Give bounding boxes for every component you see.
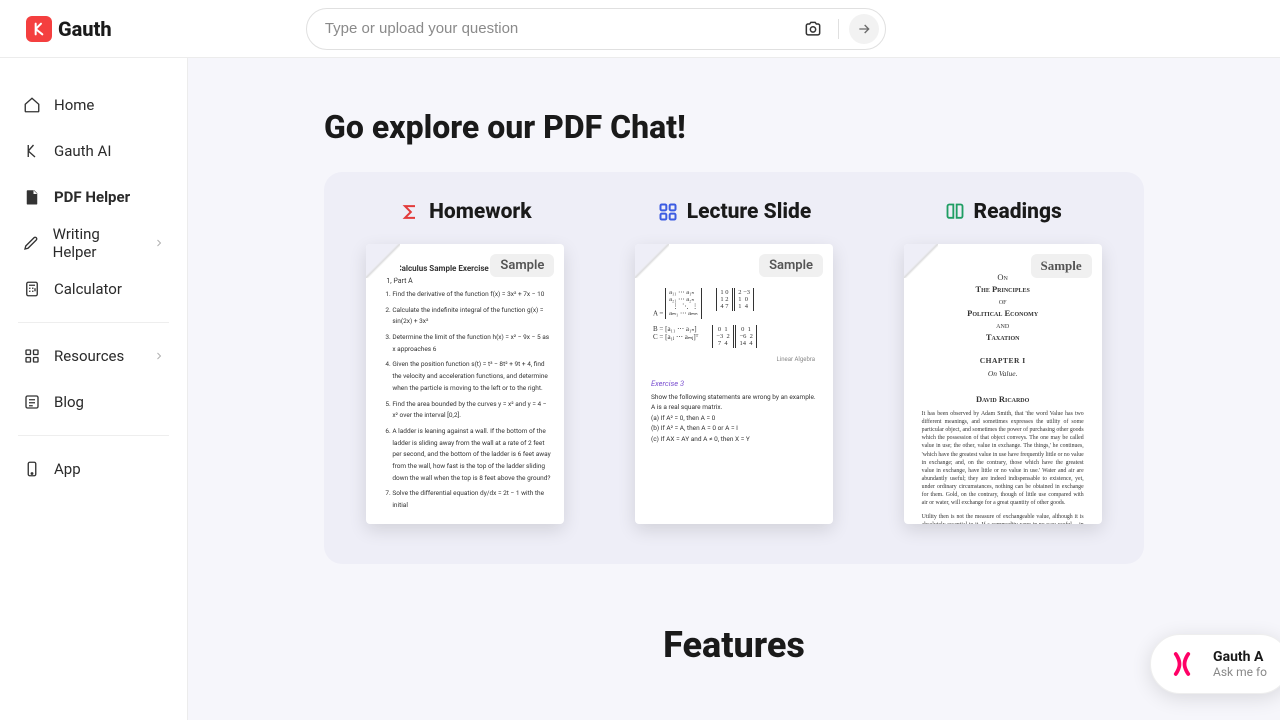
blog-icon [22, 392, 42, 412]
sidebar-item-pdf-helper[interactable]: PDF Helper [12, 174, 175, 220]
sample-badge: Sample [490, 254, 554, 277]
sidebar-label: Resources [54, 347, 124, 365]
camera-button[interactable] [798, 14, 828, 44]
sample-doc-homework[interactable]: Sample Calculus Sample Exercise 1, Part … [366, 244, 564, 524]
pen-icon [22, 233, 41, 253]
page-fold-icon [366, 244, 400, 278]
pdf-icon [22, 187, 42, 207]
sidebar-item-home[interactable]: Home [12, 82, 175, 128]
sidebar-separator [18, 322, 169, 323]
sidebar-label: Calculator [54, 280, 122, 298]
logo-mark-icon [26, 16, 52, 42]
brand-name: Gauth [58, 17, 112, 41]
chevron-right-icon [153, 350, 165, 362]
page-fold-icon [635, 244, 669, 278]
sidebar-label: App [54, 460, 81, 478]
card-title: Readings [944, 200, 1062, 224]
search-divider [838, 19, 839, 39]
card-title: Homework [399, 200, 532, 224]
sigma-icon [399, 201, 421, 223]
page-fold-icon [904, 244, 938, 278]
sidebar-item-calculator[interactable]: Calculator [12, 266, 175, 312]
sidebar-item-blog[interactable]: Blog [12, 379, 175, 425]
float-title: Gauth A [1213, 649, 1267, 665]
sample-doc-readings[interactable]: Sample On The Principles of Political Ec… [904, 244, 1102, 524]
doc-subtitle: 1, Part A [386, 277, 552, 285]
sidebar-label: Blog [54, 393, 84, 411]
sidebar-label: Writing Helper [53, 225, 141, 261]
top-header: Gauth [0, 0, 1280, 58]
sidebar-label: PDF Helper [54, 188, 130, 206]
assistant-avatar-icon [1163, 645, 1201, 683]
brand-logo[interactable]: Gauth [26, 16, 112, 42]
card-title: Lecture Slide [657, 200, 812, 224]
sample-doc-lecture[interactable]: Sample A = a₁₁ ⋯ a₁ₙa₂₁ ⋯ a₂ₙ ⋮ ⋱ ⋮aₘ₁ ⋯… [635, 244, 833, 524]
exercise-label: Exercise 3 [651, 379, 817, 388]
search-input[interactable] [325, 20, 788, 37]
grid-icon [22, 346, 42, 366]
assistant-float-button[interactable]: Gauth A Ask me fo [1150, 634, 1280, 694]
sidebar-item-gauth-ai[interactable]: Gauth AI [12, 128, 175, 174]
submit-button[interactable] [849, 14, 879, 44]
sidebar-label: Home [54, 96, 94, 114]
phone-icon [22, 459, 42, 479]
grid-icon [657, 201, 679, 223]
calculator-icon [22, 279, 42, 299]
main-content: Go explore our PDF Chat! Homework Sample… [188, 0, 1280, 720]
card-readings: Readings Sample On The Principles of Pol… [883, 200, 1122, 524]
sample-badge: Sample [1031, 254, 1092, 278]
float-subtitle: Ask me fo [1213, 665, 1267, 679]
home-icon [22, 95, 42, 115]
sample-badge: Sample [759, 254, 823, 277]
chevron-right-icon [153, 237, 165, 249]
doc-footer: Linear Algebra [653, 356, 815, 363]
doc-list: Find the derivative of the function f(x)… [392, 289, 552, 512]
exercise-statement: Show the following statements are wrong … [651, 392, 817, 413]
sidebar-label: Gauth AI [54, 142, 111, 160]
search-bar [306, 8, 886, 50]
sidebar: Home Gauth AI PDF Helper Writing Helper … [0, 58, 188, 720]
sidebar-item-app[interactable]: App [12, 446, 175, 492]
card-homework: Homework Sample Calculus Sample Exercise… [346, 200, 585, 524]
camera-icon [803, 19, 823, 39]
ai-icon [22, 141, 42, 161]
arrow-right-icon [856, 21, 872, 37]
sidebar-separator [18, 435, 169, 436]
features-heading: Features [324, 624, 1144, 666]
explore-heading: Go explore our PDF Chat! [324, 108, 1144, 146]
sidebar-item-resources[interactable]: Resources [12, 333, 175, 379]
sample-cards-panel: Homework Sample Calculus Sample Exercise… [324, 172, 1144, 564]
book-icon [944, 201, 966, 223]
card-lecture-slide: Lecture Slide Sample A = a₁₁ ⋯ a₁ₙa₂₁ ⋯ … [615, 200, 854, 524]
sidebar-item-writing-helper[interactable]: Writing Helper [12, 220, 175, 266]
matrix-row: B = [a₁₁ ⋯ a₁ₙ]C = [a₁ⱼ ⋯ aₘⱼ]ᵀ 0 1−3 2 … [653, 325, 815, 348]
matrix-row: A = a₁₁ ⋯ a₁ₙa₂₁ ⋯ a₂ₙ ⋮ ⋱ ⋮aₘ₁ ⋯ aₘₙ 1 … [653, 288, 815, 319]
